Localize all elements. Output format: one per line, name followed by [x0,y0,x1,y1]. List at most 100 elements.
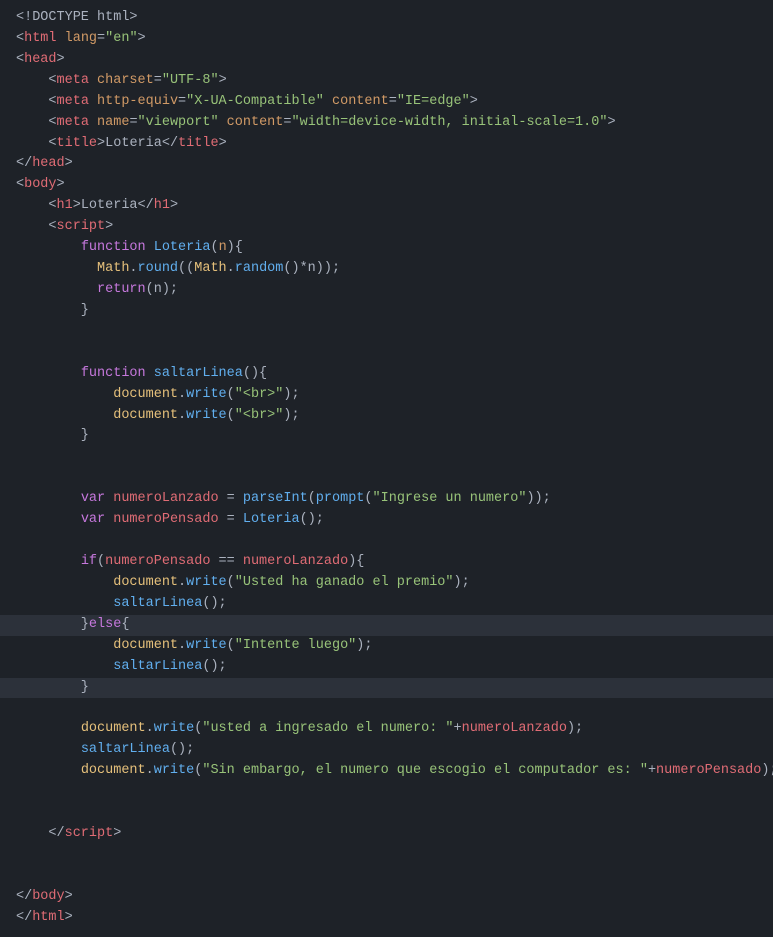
code-line: </body> [0,887,773,908]
code-token: function [81,366,146,381]
code-token [16,408,113,423]
code-token: < [16,177,24,192]
code-token [16,721,81,736]
code-token: ); [283,408,299,423]
code-token: Math [194,261,226,276]
code-line: document.write("usted a ingresado el num… [0,719,773,740]
code-token: ( [227,575,235,590]
code-token: ( [364,491,372,506]
code-token: n [219,240,227,255]
code-token: h1 [57,198,73,213]
code-token: else [89,617,121,632]
code-token [89,115,97,130]
code-token: numeroPensado [656,763,761,778]
code-line: </script> [0,824,773,845]
code-token: Loteria [105,136,162,151]
code-token: saltarLinea [113,596,202,611]
code-token: < [16,136,57,151]
code-line: function saltarLinea(){ [0,364,773,385]
code-token [16,282,97,297]
code-token [16,596,113,611]
code-token: { [121,617,129,632]
code-token: = [97,31,105,46]
code-token: </ [138,198,154,213]
code-line: <!DOCTYPE html> [0,8,773,29]
code-line [0,447,773,468]
code-token: </ [16,156,32,171]
code-token [57,31,65,46]
code-token: ( [227,387,235,402]
code-token: > [97,136,105,151]
code-token: < [16,52,24,67]
code-token: head [32,156,64,171]
code-token: ( [227,638,235,653]
code-token: < [16,219,57,234]
code-token: lang [65,31,97,46]
code-line: function Loteria(n){ [0,238,773,259]
code-token: > [219,136,227,151]
code-token: head [24,52,56,67]
code-token: document [113,387,178,402]
code-token: < [16,198,57,213]
code-token: title [178,136,219,151]
code-token: = [154,73,162,88]
code-token: . [178,408,186,423]
code-token: = [389,94,397,109]
code-line: </html> [0,908,773,929]
code-token: ( [308,491,316,506]
code-token: } [16,617,89,632]
code-token: = [219,491,243,506]
code-token: saltarLinea [154,366,243,381]
code-token: } [16,428,89,443]
code-token: Math [97,261,129,276]
code-token: "Intente luego" [235,638,357,653]
code-token: return [97,282,146,297]
code-token: </ [162,136,178,151]
code-line: <meta http-equiv="X-UA-Compatible" conte… [0,92,773,113]
code-token: > [607,115,615,130]
code-token: numeroLanzado [462,721,567,736]
code-token: "viewport" [138,115,219,130]
code-token: name [97,115,129,130]
code-token: "Ingrese un numero" [373,491,527,506]
code-token: (); [170,742,194,757]
code-token: round [138,261,179,276]
code-token: ( [210,240,218,255]
code-token: document [113,638,178,653]
code-token: "<br>" [235,408,284,423]
code-token: = [129,115,137,130]
code-token [219,115,227,130]
code-token: "IE=edge" [397,94,470,109]
code-line: saltarLinea(); [0,740,773,761]
code-token: "UTF-8" [162,73,219,88]
code-token [324,94,332,109]
code-line [0,803,773,824]
code-token: == [210,554,242,569]
code-line: } [0,301,773,322]
code-line: </head> [0,154,773,175]
code-line [0,531,773,552]
code-token: ( [227,408,235,423]
code-token: http-equiv [97,94,178,109]
code-token: saltarLinea [81,742,170,757]
code-token: script [57,219,106,234]
code-line: <script> [0,217,773,238]
code-token: > [219,73,227,88]
code-line: document.write("<br>"); [0,385,773,406]
code-token [16,575,113,590]
code-token: )); [526,491,550,506]
code-token [89,73,97,88]
code-token: document [81,763,146,778]
code-token [16,240,81,255]
code-line: <meta charset="UTF-8"> [0,71,773,92]
code-token: > [113,826,121,841]
code-token: > [470,94,478,109]
code-token: content [332,94,389,109]
code-token: + [648,763,656,778]
code-token [89,94,97,109]
code-token: write [186,408,227,423]
code-token: html [32,910,64,925]
code-line [0,698,773,719]
code-token: < [16,73,57,88]
code-line [0,845,773,866]
